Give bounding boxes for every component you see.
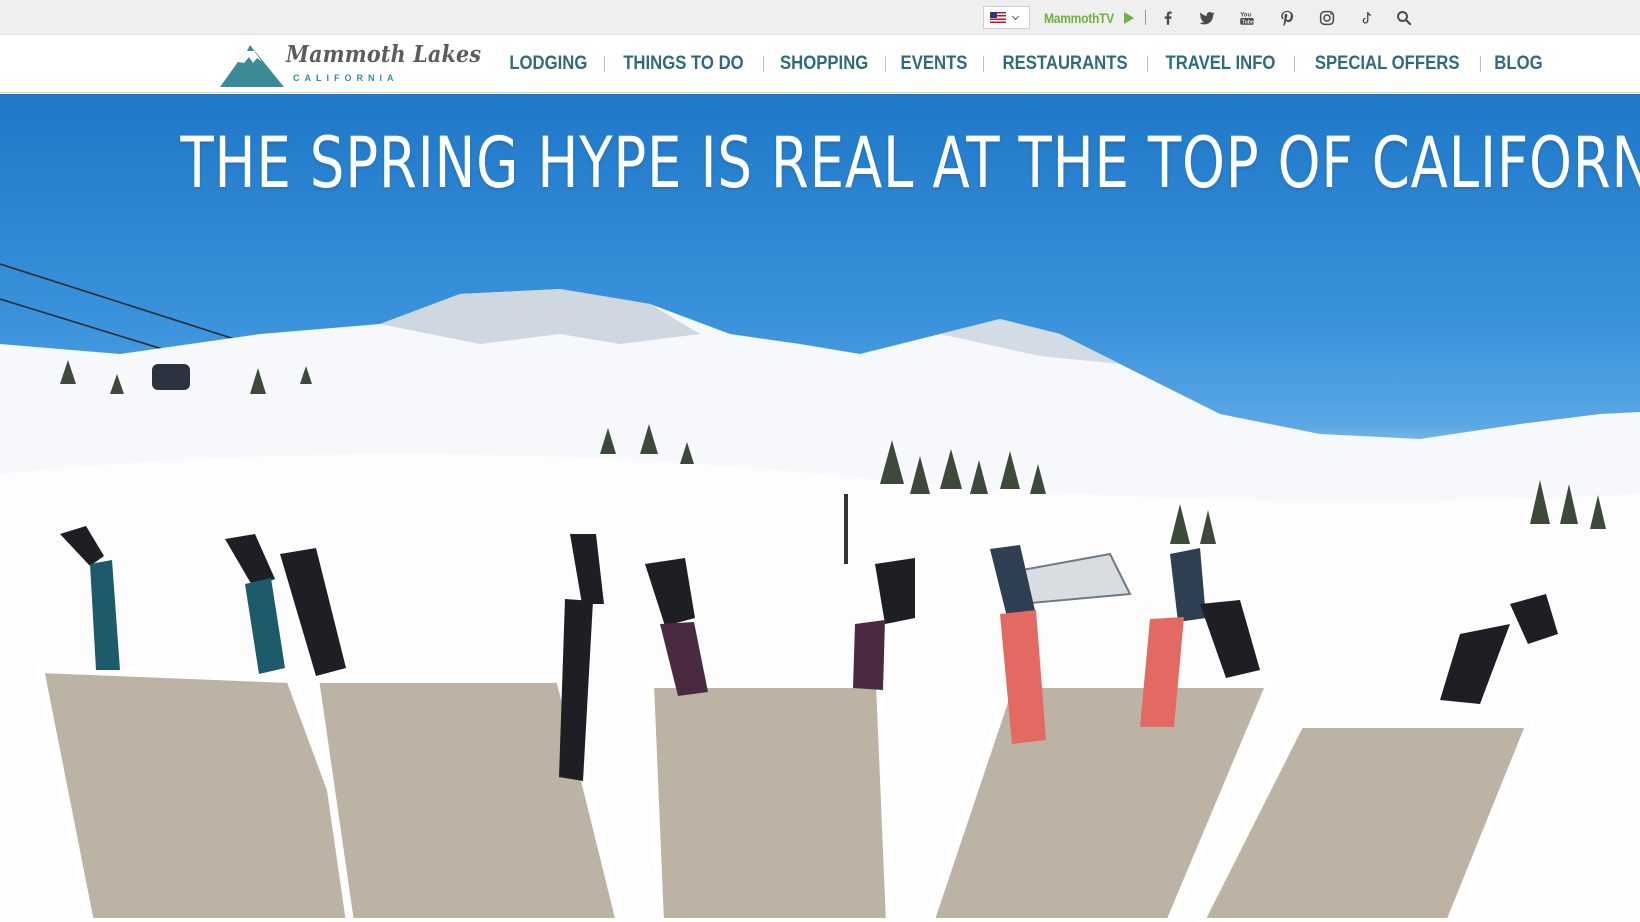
pinterest-icon[interactable] xyxy=(1277,8,1297,28)
nav-item-blog[interactable]: BLOG xyxy=(1480,53,1557,75)
youtube-icon[interactable]: You Tube xyxy=(1237,8,1257,28)
nav-menu: LODGING THINGS TO DO SHOPPING EVENTS RES… xyxy=(493,35,1557,93)
hero-image xyxy=(0,263,1640,922)
language-selector[interactable] xyxy=(983,6,1030,29)
nav-item-restaurants[interactable]: RESTAURANTS xyxy=(982,53,1147,75)
tiktok-icon[interactable] xyxy=(1357,8,1377,28)
svg-text:Tube: Tube xyxy=(1242,19,1254,25)
nav-label: BLOG xyxy=(1494,53,1543,74)
mammoth-tv-label: MammothTV xyxy=(1044,10,1114,26)
nav-label: LODGING xyxy=(509,53,588,74)
nav-item-shopping[interactable]: SHOPPING xyxy=(762,53,885,75)
logo-wordmark: Mammoth Lakes xyxy=(286,41,482,68)
svg-text:You: You xyxy=(1240,13,1251,19)
nav-item-lodging[interactable]: LODGING xyxy=(493,53,604,75)
nav-item-special-offers[interactable]: SPECIAL OFFERS xyxy=(1293,53,1480,75)
nav-label: RESTAURANTS xyxy=(1002,53,1128,74)
mammoth-tv-link[interactable]: MammothTV xyxy=(1044,9,1134,27)
search-icon[interactable] xyxy=(1394,8,1414,28)
divider xyxy=(1145,10,1146,25)
mountain-logo-icon xyxy=(220,45,284,87)
mammoth-lakes-logo[interactable]: Mammoth Lakes CALIFORNIA xyxy=(220,41,490,88)
main-navigation: Mammoth Lakes CALIFORNIA LODGING THINGS … xyxy=(0,35,1640,93)
nav-item-travel-info[interactable]: TRAVEL INFO xyxy=(1147,53,1294,75)
hero-banner[interactable]: THE SPRING HYPE IS REAL AT THE TOP OF CA… xyxy=(0,94,1640,922)
instagram-icon[interactable] xyxy=(1317,8,1337,28)
nav-label: SPECIAL OFFERS xyxy=(1314,53,1460,74)
nav-label: SHOPPING xyxy=(779,53,868,74)
chevron-down-icon xyxy=(1011,12,1020,20)
nav-label: THINGS TO DO xyxy=(622,53,744,74)
nav-item-events[interactable]: EVENTS xyxy=(884,53,983,75)
hero-headline: THE SPRING HYPE IS REAL AT THE TOP OF CA… xyxy=(180,122,1640,204)
nav-label: EVENTS xyxy=(900,53,968,74)
utility-bar: MammothTV You Tube xyxy=(0,0,1640,35)
facebook-icon[interactable] xyxy=(1158,8,1178,28)
twitter-icon[interactable] xyxy=(1197,8,1217,28)
nav-item-things-to-do[interactable]: THINGS TO DO xyxy=(603,53,763,75)
play-icon xyxy=(1124,12,1134,24)
logo-subtitle: CALIFORNIA xyxy=(293,73,399,83)
us-flag-icon xyxy=(990,12,1006,23)
nav-label: TRAVEL INFO xyxy=(1165,53,1276,74)
